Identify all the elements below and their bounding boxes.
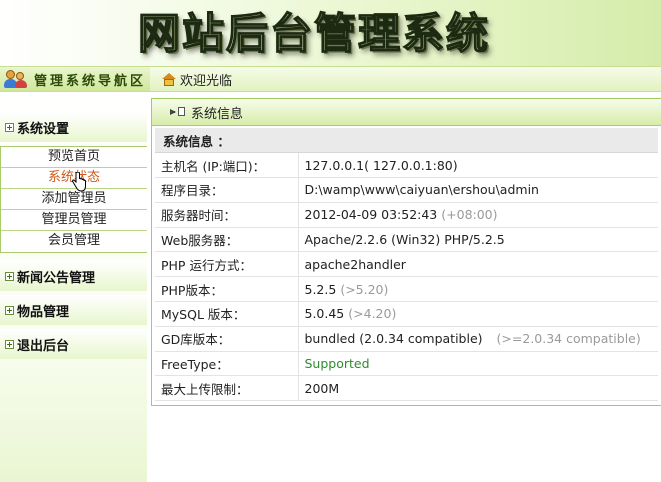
sidebar-item-member-management[interactable]: 会员管理 [1,231,147,252]
header-banner: 网站后台管理系统 [0,0,661,66]
row-value: D:\wamp\www\caiyuan\ershou\admin [298,177,658,203]
sidebar-item-preview-home[interactable]: 预览首页 [1,147,147,168]
expand-icon [5,271,14,281]
home-icon [162,72,176,86]
sidebar-group-label: 系统设置 [17,121,70,137]
row-value: 2012-04-09 03:52:43 (+08:00) [298,202,658,228]
nav-header: 管理系统导航区 [0,67,150,91]
sidebar-group-label: 退出后台 [17,338,70,354]
row-value: 127.0.0.1( 127.0.0.1:80) [298,152,658,179]
sidebar-item-add-admin[interactable]: 添加管理员 [1,189,147,210]
row-label: 程序目录： [155,177,299,203]
table-row: PHP 运行方式： apache2handler [155,251,658,278]
section-title: 系统信息 ： [155,128,658,154]
sidebar: 系统设置 预览首页 系统状态 添加管理员 管理员管理 会员管理 新闻公告管理 物… [0,92,147,482]
sidebar-group-label: 新闻公告管理 [17,270,96,286]
top-bar: 管理系统导航区 欢迎光临 [0,66,661,92]
table-row: MySQL 版本： 5.0.45 (>4.20) [155,301,658,327]
row-value: Supported [298,351,658,377]
panel-header: 系统信息 [152,99,661,126]
row-label: PHP版本： [155,276,299,303]
sidebar-group-news[interactable]: 新闻公告管理 [0,261,147,291]
document-arrow-icon [170,107,188,117]
row-value: Apache/2.2.6 (Win32) PHP/5.2.5 [298,227,658,253]
expand-icon [5,305,14,315]
row-label: MySQL 版本： [155,301,299,327]
row-hint: (>4.20) [348,306,397,322]
sidebar-item-admin-management[interactable]: 管理员管理 [1,210,147,231]
system-info-table: 系统信息 ： 主机名 (IP:端口)： 127.0.0.1( 127.0.0.1… [155,128,658,402]
row-value: apache2handler [298,251,658,278]
row-value: 200M [298,375,658,402]
row-label: Web服务器： [155,227,299,253]
sidebar-group-system-settings[interactable]: 系统设置 [0,112,147,142]
row-value: 5.0.45 (>4.20) [298,301,658,327]
row-label: 主机名 (IP:端口)： [155,152,299,179]
welcome-label: 欢迎光临 [180,73,233,89]
table-row: PHP版本： 5.2.5 (>5.20) [155,276,658,303]
row-label: 服务器时间： [155,202,299,228]
sidebar-group-goods[interactable]: 物品管理 [0,295,147,325]
row-label: 最大上传限制： [155,375,299,402]
welcome-text: 欢迎光临 [162,67,232,91]
table-row: FreeType： Supported [155,351,658,377]
row-label: GD库版本： [155,326,299,352]
expand-icon [5,122,14,132]
users-icon [4,69,28,89]
table-row: 服务器时间： 2012-04-09 03:52:43 (+08:00) [155,202,658,228]
sidebar-group-label: 物品管理 [17,304,70,320]
panel-title: 系统信息 [191,106,244,122]
expand-icon [5,339,14,349]
row-hint: (>5.20) [340,281,389,297]
table-row: 程序目录： D:\wamp\www\caiyuan\ershou\admin [155,177,658,203]
table-section-header: 系统信息 ： [155,128,658,154]
system-info-panel: 系统信息 系统信息 ： 主机名 (IP:端口)： 127.0.0.1( 127.… [151,98,661,406]
table-row: Web服务器： Apache/2.2.6 (Win32) PHP/5.2.5 [155,227,658,253]
row-hint: (+08:00) [441,207,498,223]
sidebar-group-logout[interactable]: 退出后台 [0,329,147,359]
row-value: bundled (2.0.34 compatible) (>=2.0.34 com… [298,326,658,352]
row-value: 5.2.5 (>5.20) [298,276,658,303]
nav-header-label: 管理系统导航区 [34,73,147,89]
row-label: FreeType： [155,351,299,377]
table-row: 主机名 (IP:端口)： 127.0.0.1( 127.0.0.1:80) [155,152,658,179]
table-row: GD库版本： bundled (2.0.34 compatible) (>=2.0… [155,326,658,352]
table-row: 最大上传限制： 200M [155,375,658,402]
site-title: 网站后台管理系统 [137,8,491,59]
system-settings-submenu: 预览首页 系统状态 添加管理员 管理员管理 会员管理 [0,146,147,253]
hand-cursor-icon [72,172,86,192]
row-label: PHP 运行方式： [155,251,299,278]
row-hint: (>=2.0.34 compatible) [496,331,641,347]
